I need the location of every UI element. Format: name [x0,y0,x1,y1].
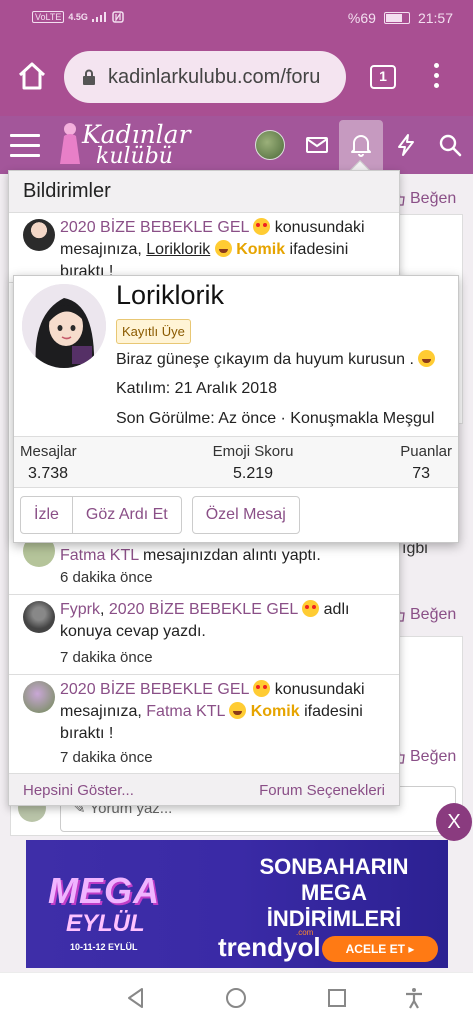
address-bar[interactable]: kadinlarkulubu.com/foru [64,51,346,103]
member-name[interactable]: Loriklorik [116,280,224,311]
stat-points: Puanlar 73 [400,443,452,482]
lock-icon [83,69,95,85]
battery-percent: %69 [347,10,376,26]
ad-banner[interactable]: MEGA EYLÜL 10-11-12 EYLÜL SONBAHARIN MEG… [26,840,448,968]
ignore-button[interactable]: Göz Ardı Et [72,496,182,534]
member-avatar-image [22,284,106,368]
signal-icon [91,12,106,22]
notifications-title: Bildirimler [9,171,399,213]
thread-link[interactable]: 2020 BİZE BEBEKLE GEL [109,601,298,618]
battery-icon [383,12,410,24]
notification-avatar [23,219,55,251]
forum-options-link[interactable]: Forum Seçenekleri [259,782,385,799]
user-link[interactable]: Fyprk [60,601,100,618]
thread-link[interactable]: 2020 BİZE BEBEKLE GEL [60,219,249,236]
heart-eyes-emoji-icon [302,600,320,617]
laughing-emoji-icon [214,240,232,257]
member-avatar[interactable] [22,284,106,368]
member-last-seen: Son Görülme: Az önce · Konuşmakla Meşgul [116,410,435,427]
lightning-icon[interactable] [393,132,419,158]
ad-eylul-text: EYLÜL [66,910,145,937]
more-options-icon[interactable] [430,60,442,94]
notification-text: 2020 BİZE BEBEKLE GEL konusundaki mesajı… [60,218,365,280]
user-link[interactable]: Fatma KTL [60,547,139,564]
home-circle-icon[interactable] [224,986,248,1010]
network-type: 4.5G [68,12,88,22]
ad-dates: 10-11-12 EYLÜL [70,942,138,952]
reaction-label: Komik [250,703,300,720]
nfc-icon [112,11,124,23]
notification-avatar [23,601,55,633]
member-tooltip: Loriklorik Kayıtlı Üye Biraz güneşe çıka… [13,275,459,543]
clock: 21:57 [417,10,453,26]
like-label: Beğen [410,748,457,765]
notification-item[interactable]: Fyprk, 2020 BİZE BEBEKLE GEL adlı konuya… [9,595,399,675]
ad-headline: SONBAHARIN MEGA İNDİRİMLERİ [259,854,409,931]
accessibility-icon[interactable] [402,986,426,1010]
bell-icon [351,135,371,157]
notification-item[interactable]: 2020 BİZE BEBEKLE GEL konusundaki mesajı… [9,675,399,773]
member-stats: Mesajlar 3.738 Emoji Skoru 5.219 Puanlar… [14,436,458,488]
heart-eyes-emoji-icon [253,680,271,697]
reaction-label: Komik [236,241,286,258]
notification-text: Fatma KTL mesajınızdan alıntı yaptı. [60,547,321,564]
notification-item[interactable]: 2020 BİZE BEBEKLE GEL konusundaki mesajı… [9,213,399,283]
status-bar: VoLTE 4.5G %69 21:57 [0,0,473,38]
laughing-emoji-icon [229,702,247,719]
notification-avatar [23,681,55,713]
url-text: kadinlarkulubu.com/foru [108,65,321,88]
thread-link[interactable]: 2020 BİZE BEBEKLE GEL [60,681,249,698]
member-role-badge: Kayıtlı Üye [116,319,191,344]
notification-text: 2020 BİZE BEBEKLE GEL konusundaki mesajı… [60,680,365,742]
notification-text: Fyprk, 2020 BİZE BEBEKLE GEL adlı konuya… [60,600,350,640]
notification-time: 6 dakika önce [60,569,153,586]
close-ad-button[interactable]: X [436,803,472,841]
stat-emoji-score: Emoji Skoru 5.219 [212,443,294,482]
heart-eyes-emoji-icon [253,218,271,235]
member-status-message: Biraz güneşe çıkayım da huyum kurusun . [116,350,436,369]
logo-text-line2: kulübü [96,144,173,169]
back-icon[interactable] [124,986,148,1010]
notification-time: 7 dakika önce [60,749,153,766]
user-link[interactable]: Loriklorik [146,241,210,258]
site-header: Kadınlar kulübü [0,116,473,174]
search-icon[interactable] [437,132,463,158]
user-avatar[interactable] [255,130,285,160]
follow-button[interactable]: İzle [20,496,73,534]
home-icon[interactable] [14,58,50,94]
mail-icon[interactable] [304,132,330,158]
ad-mega-text: MEGA [48,870,160,911]
like-label: Beğen [410,190,457,207]
hamburger-menu-icon[interactable] [10,134,40,158]
notifications-footer: Hepsini Göster... Forum Seçenekleri [9,773,399,805]
ad-cta-button[interactable]: ACELE ET ▸ [322,936,438,962]
notification-time: 7 dakika önce [60,649,153,666]
ad-brand-logo: trendyol [218,932,321,962]
member-joined: Katılım: 21 Aralık 2018 [116,380,277,397]
show-all-link[interactable]: Hepsini Göster... [23,782,134,799]
browser-toolbar: kadinlarkulubu.com/foru 1 [0,38,473,116]
volte-indicator: VoLTE [32,11,65,23]
like-label: Beğen [410,606,457,623]
private-message-button[interactable]: Özel Mesaj [191,496,300,534]
laughing-emoji-icon [418,350,436,367]
stat-messages: Mesajlar 3.738 [20,443,77,482]
site-logo[interactable]: Kadınlar kulübü [52,118,192,172]
tab-switcher-button[interactable]: 1 [370,65,396,89]
network-indicators: VoLTE 4.5G [32,11,124,23]
system-nav-bar [0,972,473,1024]
recents-icon[interactable] [325,986,349,1010]
user-link[interactable]: Fatma KTL [146,703,225,720]
